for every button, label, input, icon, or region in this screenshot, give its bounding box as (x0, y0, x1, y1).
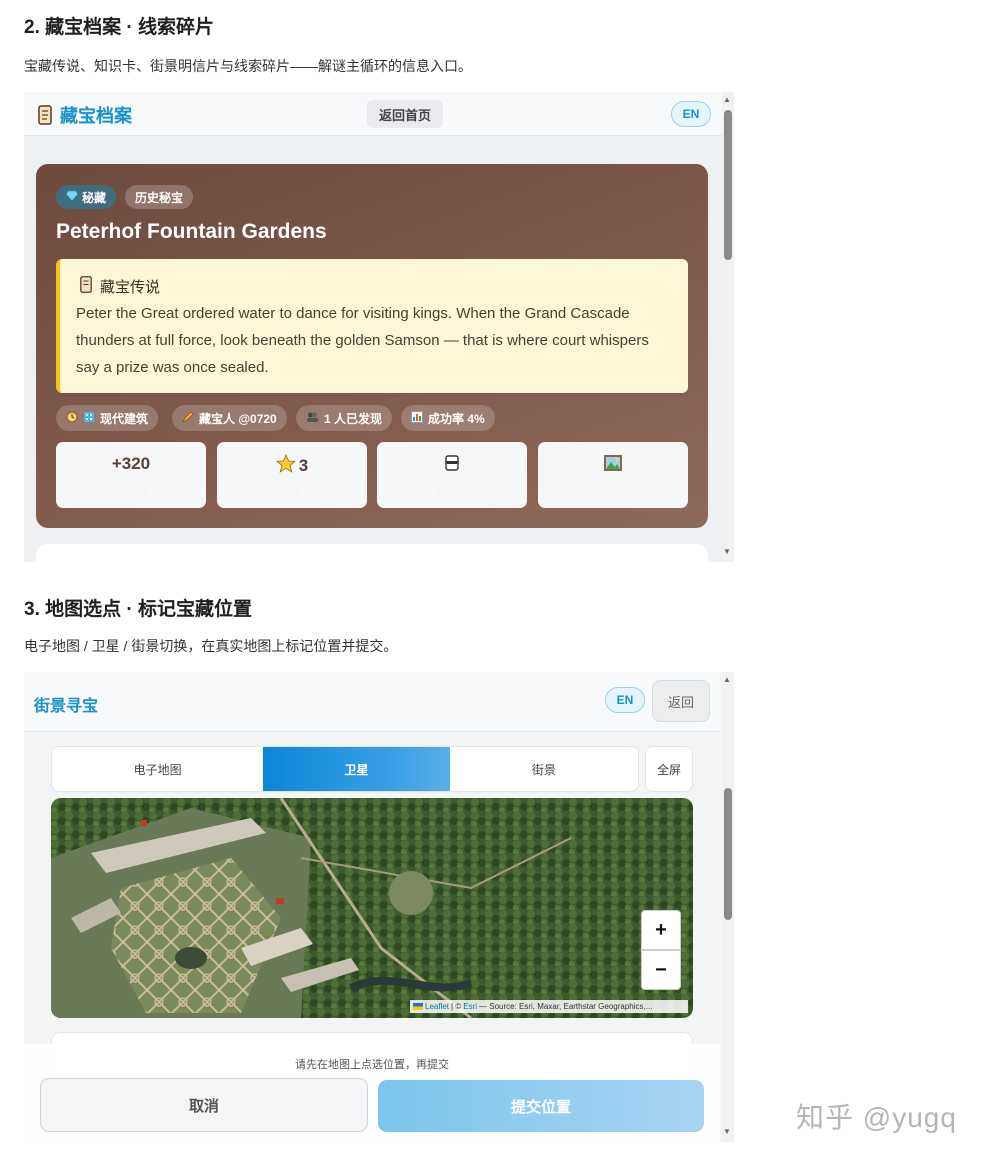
home-button[interactable]: 返回首页 (367, 100, 443, 128)
points-tile[interactable]: +320 寻宝值 (56, 442, 206, 508)
map-app-title: 街景寻宝 (34, 698, 99, 715)
success-rate-stat: 成功率 4% (401, 405, 495, 431)
building-icon (83, 411, 95, 426)
tab-satellite[interactable]: 卫星 (263, 747, 450, 791)
legend-heading-text: 藏宝传说 (100, 279, 161, 296)
architecture-stat: 现代建筑 (56, 405, 159, 431)
difficulty-label: 难度 (281, 487, 303, 499)
bar-chart-icon (411, 410, 423, 426)
attribution-source: — Source: Esri, Maxar, Earthstar Geograp… (479, 1002, 653, 1011)
points-value: +320 (111, 454, 151, 473)
map-attribution: Leaflet | © Esri — Source: Esri, Maxar, … (410, 1000, 688, 1013)
language-toggle[interactable]: EN (671, 101, 711, 127)
knowledge-card-tile[interactable]: 知识卡 (377, 442, 527, 508)
postcard-tile[interactable]: 街景明信片 (538, 442, 688, 508)
archive-scrollbar[interactable]: ▲ ▼ (722, 92, 734, 562)
tab-street-view[interactable]: 街景 (450, 747, 638, 791)
hider-stat-label: 藏宝人 @0720 (199, 411, 277, 426)
category-badge: 历史秘宝 (125, 185, 194, 209)
map-header: 街景寻宝 EN 返回 (24, 672, 720, 732)
difficulty-tile[interactable]: 3 难度 (217, 442, 367, 508)
satellite-imagery (51, 798, 693, 1018)
pencil-icon (182, 411, 194, 426)
fullscreen-button[interactable]: 全屏 (645, 746, 693, 792)
difficulty-value: 3 (217, 453, 367, 478)
clock-icon (66, 411, 78, 426)
secret-badge: 秘藏 (56, 185, 117, 209)
legend-box: 藏宝传说 Peter the Great ordered water to da… (56, 259, 688, 393)
place-name: Peterhof Fountain Gardens (56, 220, 327, 243)
hider-stat: 藏宝人 @0720 (172, 405, 287, 431)
archive-header: 藏宝档案 返回首页 EN (24, 92, 722, 136)
success-rate-stat-label: 成功率 4% (428, 411, 485, 426)
picture-icon (538, 454, 688, 472)
postcard-label: 街景明信片 (585, 487, 641, 499)
esri-link[interactable]: Esri (463, 1000, 477, 1013)
difficulty-number: 3 (298, 456, 309, 475)
scroll-down-icon[interactable]: ▼ (723, 1127, 731, 1136)
gem-icon (65, 190, 79, 204)
treasure-card: 秘藏 历史秘宝 Peterhof Fountain Gardens 藏宝传说 P… (36, 164, 708, 528)
scroll-up-icon[interactable]: ▲ (723, 95, 731, 104)
scroll-icon (36, 104, 54, 126)
zoom-out-button[interactable]: − (641, 950, 681, 990)
found-stat-label: 1 人已发现 (324, 411, 383, 426)
scroll-up-icon[interactable]: ▲ (723, 675, 731, 684)
submit-hint: 请先在地图上点选位置，再提交 (295, 1059, 449, 1071)
secret-badge-label: 秘藏 (82, 190, 107, 205)
map-screen: 街景寻宝 EN 返回 ▲ ▼ 电子地图 卫星 街景 全屏 + − Leaflet… (24, 672, 734, 1142)
back-button[interactable]: 返回 (652, 680, 710, 722)
submit-location-button[interactable]: 提交位置 (378, 1080, 704, 1132)
map-mode-tabs: 电子地图 卫星 街景 (51, 746, 639, 792)
scrollbar-thumb[interactable] (724, 788, 732, 920)
tab-electronic-map[interactable]: 电子地图 (52, 747, 263, 791)
legend-text: Peter the Great ordered water to dance f… (76, 305, 649, 376)
section-3-title: 3. 地图选点 · 标记宝藏位置 (24, 599, 253, 620)
people-icon (306, 411, 319, 426)
points-label: 寻宝值 (114, 487, 148, 499)
map-scrollbar[interactable]: ▲ ▼ (722, 672, 734, 1142)
section-2-description: 宝藏传说、知识卡、街景明信片与线索碎片——解谜主循环的信息入口。 (24, 58, 472, 74)
scroll-down-icon[interactable]: ▼ (723, 547, 731, 556)
section-3-description: 电子地图 / 卫星 / 街景切换，在真实地图上标记位置并提交。 (24, 638, 398, 654)
knowledge-card-label: 知识卡 (435, 487, 469, 499)
architecture-stat-label: 现代建筑 (100, 411, 149, 426)
language-toggle[interactable]: EN (605, 687, 645, 713)
satellite-map[interactable] (51, 798, 693, 1018)
section-2-title: 2. 藏宝档案 · 线索碎片 (24, 17, 215, 38)
cancel-button[interactable]: 取消 (40, 1078, 368, 1132)
leaflet-link[interactable]: Leaflet (425, 1000, 449, 1013)
star-icon (275, 453, 296, 478)
watermark: 知乎 @yugq (796, 1102, 957, 1133)
archive-app-title: 藏宝档案 (36, 102, 132, 128)
archive-title-text: 藏宝档案 (60, 106, 132, 126)
scrollbar-thumb[interactable] (724, 110, 732, 260)
attribution-separator: | © (451, 1002, 462, 1011)
legend-heading: 藏宝传说 (78, 275, 160, 298)
next-card (36, 544, 708, 562)
ukraine-flag-icon (413, 1003, 423, 1010)
archive-screen: 藏宝档案 返回首页 EN ▲ ▼ 秘藏 历史秘宝 Peterhof Founta… (24, 92, 734, 562)
zoom-in-button[interactable]: + (641, 910, 681, 950)
scroll-icon (78, 275, 94, 298)
found-stat: 1 人已发现 (296, 405, 393, 431)
card-icon (377, 454, 527, 472)
